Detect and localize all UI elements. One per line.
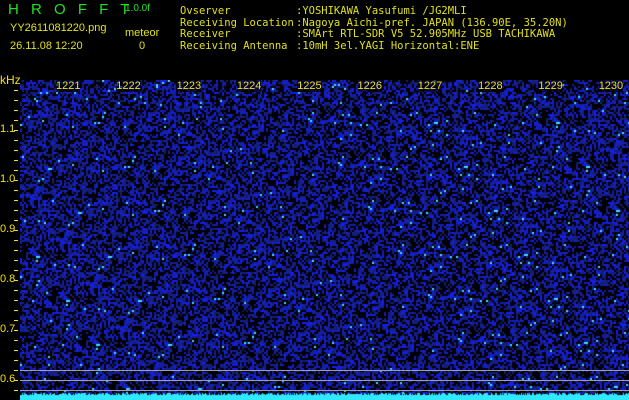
spectrogram [20,80,629,400]
time-label: 1230 [598,80,624,92]
grid-line [20,390,629,391]
y-tick [14,370,18,371]
y-tick [14,310,18,311]
time-label: 1226 [357,80,382,92]
y-tick [14,350,18,351]
y-tick [14,290,18,291]
app-title: H R O F F T [8,1,134,18]
grid-line [20,380,629,381]
y-tick [14,160,18,161]
time-label: 1221 [56,80,81,92]
meteor-count: 0 [139,40,146,52]
time-label: 1224 [236,80,262,92]
y-tick [14,320,18,321]
y-label: 0.6 [0,373,16,385]
y-tick [14,250,18,251]
y-tick [14,90,18,91]
y-tick [14,300,18,301]
time-label: 1225 [297,80,322,92]
time-label: 1222 [116,80,141,92]
time-label: 1223 [176,80,202,92]
y-tick [14,110,18,111]
y-unit-label: kHz [0,73,21,87]
y-tick [14,100,18,101]
y-tick [14,240,18,241]
meteor-label: meteor [125,27,160,39]
y-tick [14,220,18,221]
time-label: 1229 [538,80,563,92]
y-tick [14,390,18,391]
y-tick [14,340,18,341]
version-label: 1.0.0f [125,3,151,14]
grid-line [20,370,629,371]
y-tick [14,170,18,171]
y-label: 1.1 [0,123,16,135]
y-tick [14,260,18,261]
datetime-label: 26.11.08 12:20 [10,40,83,52]
y-tick [14,140,18,141]
y-tick [14,190,18,191]
y-tick [14,210,18,211]
filename-label: YY2611081220.png [10,22,107,34]
y-tick [14,360,18,361]
y-tick [14,200,18,201]
y-label: 0.9 [0,223,16,235]
info-row: Receiving Antenna:10mH 3el.YAGI Horizont… [180,39,480,52]
y-label: 0.7 [0,323,16,335]
y-tick [14,120,18,121]
y-label: 0.8 [0,273,16,285]
y-tick [14,270,18,271]
y-tick [14,150,18,151]
y-label: 1.0 [0,173,16,185]
time-label: 1228 [478,80,503,92]
time-label: 1227 [417,80,443,92]
